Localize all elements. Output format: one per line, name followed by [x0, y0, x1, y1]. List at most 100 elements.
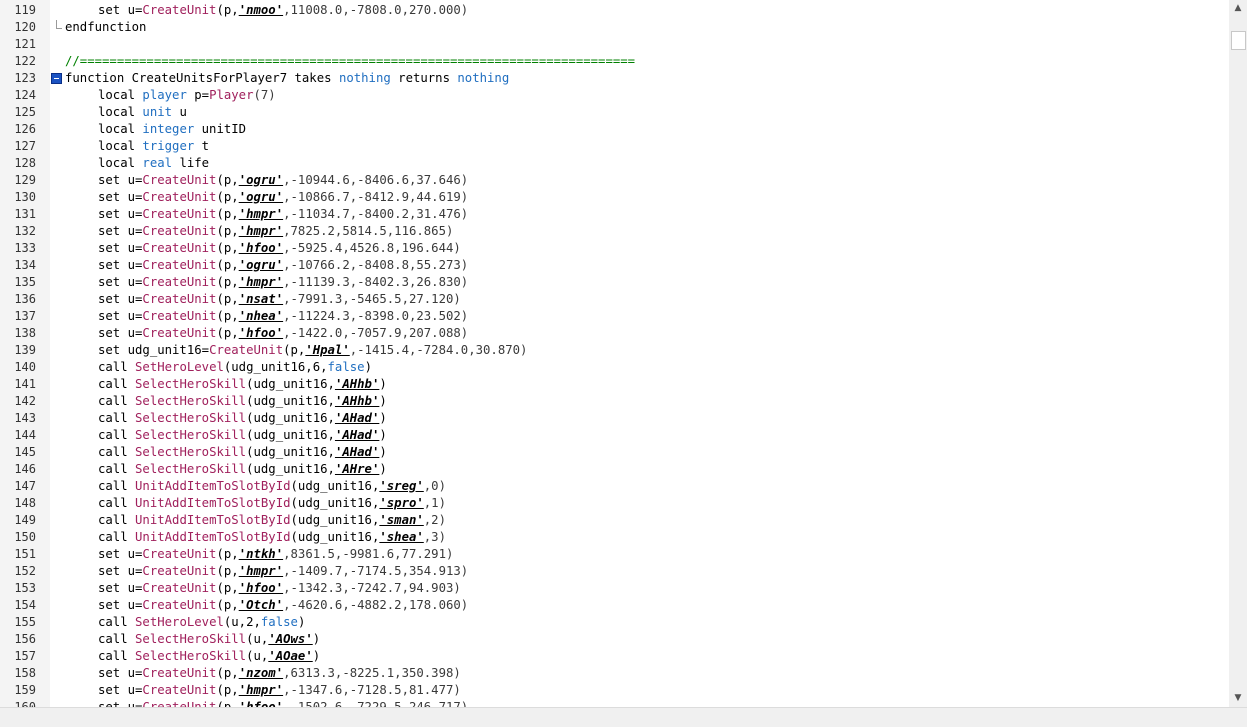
code-token: SetHeroLevel	[135, 615, 224, 629]
code-line[interactable]: 119 set u=CreateUnit(p,'nmoo',11008.0,-78…	[0, 2, 1229, 19]
code-line[interactable]: 142 call SelectHeroSkill(udg_unit16,'AHhb…	[0, 393, 1229, 410]
code-text: set u=CreateUnit(p,'hfoo',-1342.3,-7242.…	[65, 580, 461, 597]
code-token: (7)	[253, 88, 276, 102]
code-token: CreateUnit	[142, 241, 217, 255]
code-text: call SelectHeroSkill(u,'AOws')	[65, 631, 320, 648]
code-token: set udg_unit16=	[98, 343, 210, 357]
code-token: CreateUnit	[142, 326, 217, 340]
code-token: (p,	[216, 309, 239, 323]
code-line[interactable]: 155 call SetHeroLevel(u,2,false)	[0, 614, 1229, 631]
code-line[interactable]: 123 function CreateUnitsForPlayer7 takes …	[0, 70, 1229, 87]
scroll-up-icon[interactable]: ▲	[1229, 0, 1247, 17]
code-token: call	[98, 615, 136, 629]
code-line[interactable]: 157 call SelectHeroSkill(u,'AOae')	[0, 648, 1229, 665]
code-token: )	[379, 394, 387, 408]
code-line[interactable]: 151 set u=CreateUnit(p,'ntkh',8361.5,-998…	[0, 546, 1229, 563]
code-token: (p,	[216, 190, 239, 204]
code-line[interactable]: 134 set u=CreateUnit(p,'ogru',-10766.2,-8…	[0, 257, 1229, 274]
code-line[interactable]: 152 set u=CreateUnit(p,'hmpr',-1409.7,-71…	[0, 563, 1229, 580]
code-text: set u=CreateUnit(p,'ogru',-10766.2,-8408…	[65, 257, 468, 274]
code-text: call UnitAddItemToSlotById(udg_unit16,'s…	[65, 495, 446, 512]
code-token: p=	[186, 88, 210, 102]
code-line[interactable]: 141 call SelectHeroSkill(udg_unit16,'AHhb…	[0, 376, 1229, 393]
code-line[interactable]: 149 call UnitAddItemToSlotById(udg_unit16…	[0, 512, 1229, 529]
code-token: )	[379, 428, 387, 442]
code-line[interactable]: 132 set u=CreateUnit(p,'hmpr',7825.2,5814…	[0, 223, 1229, 240]
code-text: //======================================…	[65, 53, 635, 70]
code-line[interactable]: 144 call SelectHeroSkill(udg_unit16,'AHad…	[0, 427, 1229, 444]
code-text: set u=CreateUnit(p,'Otch',-4620.6,-4882.…	[65, 597, 468, 614]
code-line[interactable]: 120 endfunction	[0, 19, 1229, 36]
code-line[interactable]: 148 call UnitAddItemToSlotById(udg_unit16…	[0, 495, 1229, 512]
line-number: 121	[14, 37, 36, 51]
code-line[interactable]: 128 local real life	[0, 155, 1229, 172]
code-token: SelectHeroSkill	[135, 411, 247, 425]
code-line[interactable]: 139 set udg_unit16=CreateUnit(p,'Hpal',-1…	[0, 342, 1229, 359]
code-text: call SetHeroLevel(udg_unit16,6,false)	[65, 359, 372, 376]
code-token: set u=	[98, 564, 143, 578]
code-line[interactable]: 159 set u=CreateUnit(p,'hmpr',-1347.6,-71…	[0, 682, 1229, 699]
scrollbar-thumb[interactable]	[1231, 31, 1246, 50]
code-line[interactable]: 136 set u=CreateUnit(p,'nsat',-7991.3,-54…	[0, 291, 1229, 308]
code-token: ,-11224.3,-8398.0,23.502)	[283, 309, 469, 323]
code-line[interactable]: 127 local trigger t	[0, 138, 1229, 155]
code-token: ,-1422.0,-7057.9,207.088)	[283, 326, 469, 340]
code-line[interactable]: 133 set u=CreateUnit(p,'hfoo',-5925.4,452…	[0, 240, 1229, 257]
code-token: nothing	[338, 71, 391, 85]
code-token: ,-1409.7,-7174.5,354.913)	[283, 564, 469, 578]
code-line[interactable]: 126 local integer unitID	[0, 121, 1229, 138]
code-text: set u=CreateUnit(p,'hmpr',7825.2,5814.5,…	[65, 223, 453, 240]
scroll-down-icon[interactable]: ▼	[1229, 690, 1247, 707]
code-token: (p,	[216, 581, 239, 595]
code-token: 'AOws'	[268, 632, 313, 646]
code-line[interactable]: 121	[0, 36, 1229, 53]
code-text: set u=CreateUnit(p,'ogru',-10944.6,-8406…	[65, 172, 468, 189]
code-line[interactable]: 138 set u=CreateUnit(p,'hfoo',-1422.0,-70…	[0, 325, 1229, 342]
line-number: 128	[14, 156, 36, 170]
code-line[interactable]: 125 local unit u	[0, 104, 1229, 121]
code-line[interactable]: 156 call SelectHeroSkill(u,'AOws')	[0, 631, 1229, 648]
code-line[interactable]: 130 set u=CreateUnit(p,'ogru',-10866.7,-8…	[0, 189, 1229, 206]
code-token: local	[98, 122, 143, 136]
code-line[interactable]: 146 call SelectHeroSkill(udg_unit16,'AHre…	[0, 461, 1229, 478]
code-editor[interactable]: 119 set u=CreateUnit(p,'nmoo',11008.0,-78…	[0, 0, 1229, 707]
code-line[interactable]: 140 call SetHeroLevel(udg_unit16,6,false)	[0, 359, 1229, 376]
code-token: )	[379, 445, 387, 459]
code-line[interactable]: 154 set u=CreateUnit(p,'Otch',-4620.6,-48…	[0, 597, 1229, 614]
vertical-scrollbar[interactable]: ▲ ▼	[1229, 0, 1247, 707]
code-line[interactable]: 122 //===================================…	[0, 53, 1229, 70]
line-number: 158	[14, 666, 36, 680]
code-token: ,-1342.3,-7242.7,94.903)	[283, 581, 461, 595]
code-token: false	[327, 360, 365, 374]
fold-collapse-icon[interactable]	[51, 73, 62, 84]
line-number: 146	[14, 462, 36, 476]
code-line[interactable]: 135 set u=CreateUnit(p,'hmpr',-11139.3,-8…	[0, 274, 1229, 291]
code-token: u	[172, 105, 187, 119]
code-token: CreateUnit	[209, 343, 284, 357]
code-token: SelectHeroSkill	[135, 445, 247, 459]
code-token: (udg_unit16,	[246, 428, 335, 442]
code-line[interactable]: 153 set u=CreateUnit(p,'hfoo',-1342.3,-72…	[0, 580, 1229, 597]
code-line[interactable]: 158 set u=CreateUnit(p,'nzom',6313.3,-822…	[0, 665, 1229, 682]
code-text: set u=CreateUnit(p,'nhea',-11224.3,-8398…	[65, 308, 468, 325]
code-token: unitID	[194, 122, 247, 136]
line-number: 135	[14, 275, 36, 289]
code-line[interactable]: 160 set u=CreateUnit(p,'hfoo',-1502.6,-72…	[0, 699, 1229, 707]
horizontal-scrollbar[interactable]	[0, 707, 1247, 727]
code-line[interactable]: 147 call UnitAddItemToSlotById(udg_unit16…	[0, 478, 1229, 495]
code-token: set u=	[98, 275, 143, 289]
code-token: CreateUnit	[142, 309, 217, 323]
code-line[interactable]: 129 set u=CreateUnit(p,'ogru',-10944.6,-8…	[0, 172, 1229, 189]
code-line[interactable]: 143 call SelectHeroSkill(udg_unit16,'AHad…	[0, 410, 1229, 427]
code-line[interactable]: 145 call SelectHeroSkill(udg_unit16,'AHad…	[0, 444, 1229, 461]
code-token: call	[98, 462, 136, 476]
code-line[interactable]: 124 local player p=Player(7)	[0, 87, 1229, 104]
line-number: 127	[14, 139, 36, 153]
code-token: 'nhea'	[238, 309, 284, 323]
code-token: )	[312, 632, 321, 646]
code-line[interactable]: 150 call UnitAddItemToSlotById(udg_unit16…	[0, 529, 1229, 546]
code-line[interactable]: 137 set u=CreateUnit(p,'nhea',-11224.3,-8…	[0, 308, 1229, 325]
code-line[interactable]: 131 set u=CreateUnit(p,'hmpr',-11034.7,-8…	[0, 206, 1229, 223]
code-token: call	[98, 479, 136, 493]
code-token: trigger	[142, 139, 195, 153]
